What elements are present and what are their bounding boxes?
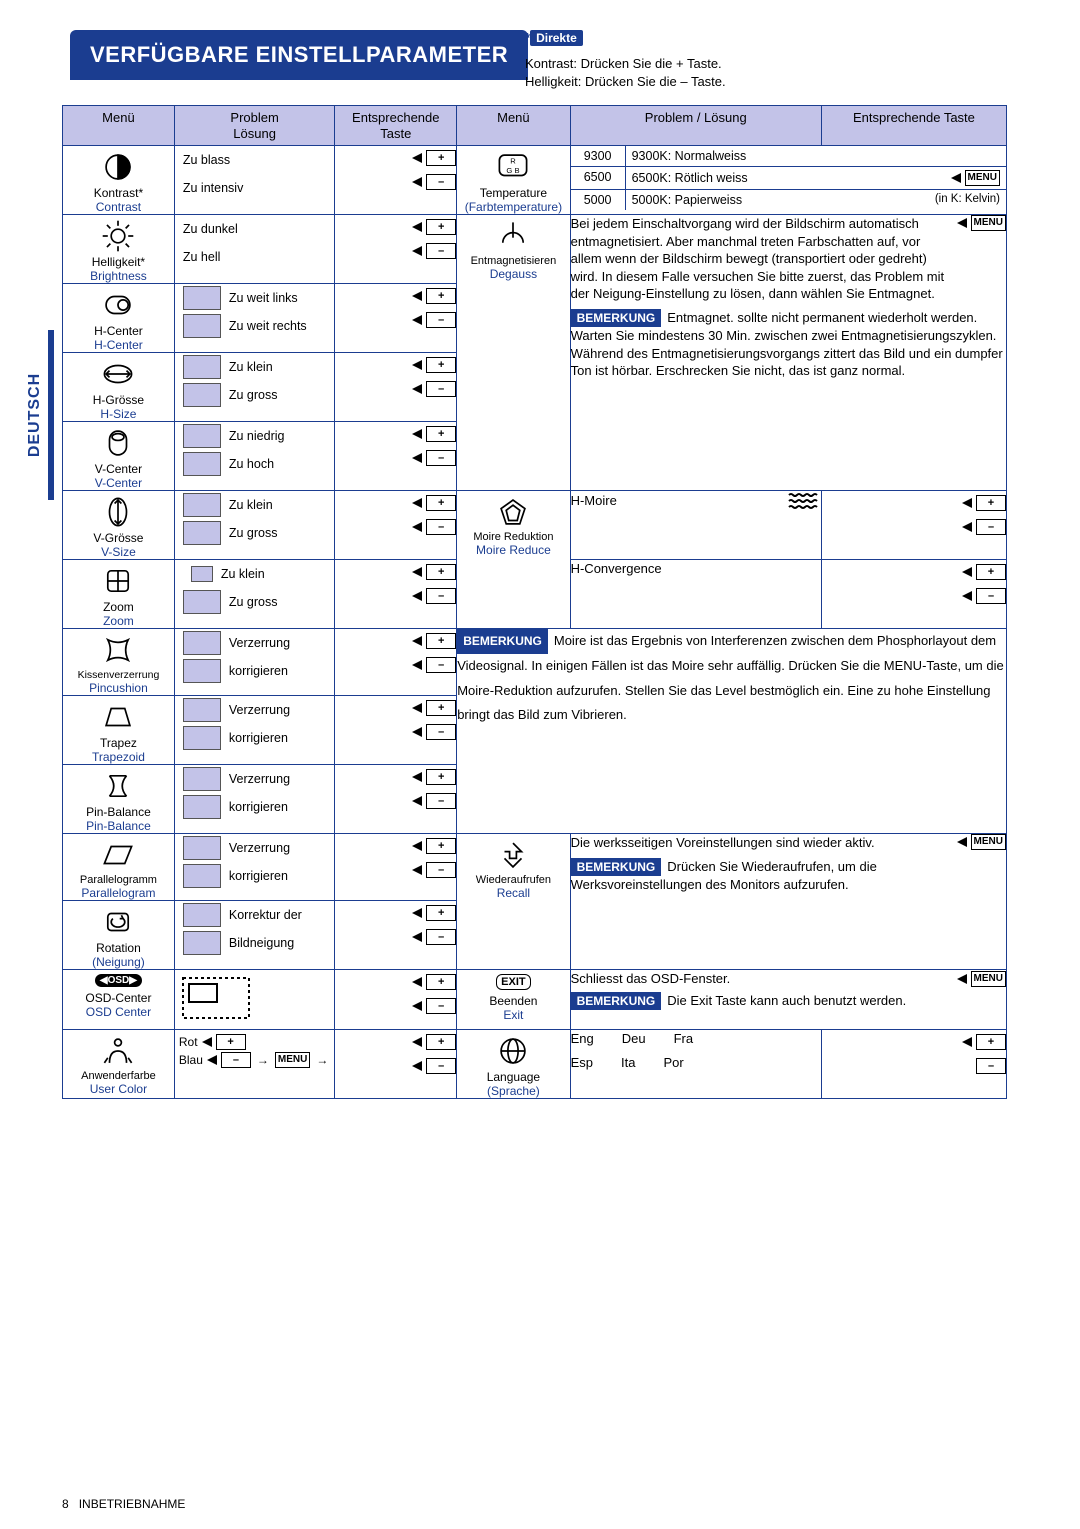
key-hsize: + –	[335, 353, 457, 422]
osd-badge: ◀OSD▶	[95, 974, 142, 987]
pinbalance-icon	[99, 769, 137, 803]
rotation-icon	[99, 905, 137, 939]
prob-vsize: Zu klein Zu gross	[174, 491, 334, 560]
moire-hmoire: H-Moire	[570, 491, 821, 560]
trapezoid-icon	[99, 700, 137, 734]
vsize-icon	[99, 495, 137, 529]
direkte-badge: *Direkte	[525, 30, 583, 46]
key-usercolor: + –	[335, 1030, 457, 1099]
menu-hcenter: H-Center H-Center	[63, 284, 175, 353]
menu-hsize: H-Grösse H-Size	[63, 353, 175, 422]
prob-kontrast: Zu blass Zu intensiv	[174, 146, 334, 215]
menu-exit: EXIT Beenden Exit	[457, 970, 570, 1030]
degauss-icon	[494, 219, 532, 253]
hcenter-icon	[99, 288, 137, 322]
menu-osd: ◀OSD▶ OSD-Center OSD Center	[63, 970, 175, 1030]
parameter-table: Menü ProblemLösung EntsprechendeTaste Me…	[62, 105, 1007, 1099]
menu-zoom: Zoom Zoom	[63, 560, 175, 629]
globe-icon	[494, 1034, 532, 1068]
menu-pinbalance: Pin-Balance Pin-Balance	[63, 765, 175, 834]
hdr-prob: ProblemLösung	[174, 106, 334, 146]
menu-moire: Moire Reduktion Moire Reduce	[457, 491, 570, 629]
usercolor-icon	[99, 1034, 137, 1068]
page-footer: 8 INBETRIEBNAHME	[62, 1497, 185, 1511]
svg-text:R: R	[511, 157, 517, 166]
prob-helligkeit: Zu dunkel Zu hell	[174, 215, 334, 284]
hdr-menu: Menü	[63, 106, 175, 146]
menu-helligkeit: Helligkeit* Brightness	[63, 215, 175, 284]
page-title: VERFÜGBARE EINSTELLPARAMETER	[70, 30, 528, 80]
key-rotation: + –	[335, 901, 457, 970]
key-zoom: + –	[335, 560, 457, 629]
key-trapez: + –	[335, 696, 457, 765]
menu-temperature: RG B Temperature (Farbtemperature)	[457, 146, 570, 215]
key-vcenter: + –	[335, 422, 457, 491]
prob-osd	[174, 970, 334, 1030]
svg-text:G B: G B	[507, 166, 520, 175]
menu-recall: Wiederaufrufen Recall	[457, 834, 570, 970]
key-vsize: + –	[335, 491, 457, 560]
temperature-rows: 93009300K: Normalweiss 65006500K: Rötlic…	[570, 146, 1006, 215]
hdr-menu2: Menü	[457, 106, 570, 146]
recall-icon	[494, 838, 532, 872]
direkte-instructions: Kontrast: Drücken Sie die + Taste. Helli…	[525, 55, 726, 90]
zoom-icon	[99, 564, 137, 598]
menu-trapez: Trapez Trapezoid	[63, 696, 175, 765]
prob-trapez: Verzerrung korrigieren	[174, 696, 334, 765]
degauss-text: Bei jedem Einschaltvorgang wird der Bild…	[570, 215, 1006, 491]
contrast-icon	[99, 150, 137, 184]
menu-vsize: V-Grösse V-Size	[63, 491, 175, 560]
menu-degauss: Entmagnetisieren Degauss	[457, 215, 570, 491]
parallelogram-icon	[99, 838, 137, 872]
hmoire-pattern-icon	[787, 491, 821, 511]
key-language: + –	[821, 1030, 1006, 1099]
key-hconv: + –	[821, 560, 1006, 629]
hdr-prob2: Problem / Lösung	[570, 106, 821, 146]
menu-parallelogram: Parallelogramm Parallelogram	[63, 834, 175, 901]
exit-badge: EXIT	[496, 974, 530, 990]
key-hmoire: + –	[821, 491, 1006, 560]
prob-usercolor: Rot+ Blau– →MENU→	[174, 1030, 334, 1099]
prob-rotation: Korrektur der Bildneigung	[174, 901, 334, 970]
prob-zoom: Zu klein Zu gross	[174, 560, 334, 629]
menu-pincushion: Kissenverzerrung Pincushion	[63, 629, 175, 696]
prob-pinbalance: Verzerrung korrigieren	[174, 765, 334, 834]
moire-icon	[494, 495, 532, 529]
key-pinbalance: + –	[335, 765, 457, 834]
prob-parallelogram: Verzerrung korrigieren	[174, 834, 334, 901]
menu-kontrast: Kontrast* Contrast	[63, 146, 175, 215]
prob-hsize: Zu klein Zu gross	[174, 353, 334, 422]
key-parallelogram: + –	[335, 834, 457, 901]
recall-text: Die werksseitigen Voreinstellungen sind …	[570, 834, 1006, 970]
key-hcenter: + –	[335, 284, 457, 353]
menu-usercolor: Anwenderfarbe User Color	[63, 1030, 175, 1099]
hdr-key: EntsprechendeTaste	[335, 106, 457, 146]
language-tab: DEUTSCH	[20, 350, 50, 480]
pincushion-icon	[99, 633, 137, 667]
key-helligkeit: + –	[335, 215, 457, 284]
menu-language: Language (Sprache)	[457, 1030, 570, 1099]
vcenter-icon	[99, 426, 137, 460]
menu-rotation: Rotation (Neigung)	[63, 901, 175, 970]
rgb-icon: RG B	[494, 150, 532, 184]
moire-hconv: H-Convergence	[570, 560, 821, 629]
language-tab-label: DEUTSCH	[26, 373, 44, 457]
hdr-key2: Entsprechende Taste	[821, 106, 1006, 146]
key-osd: + –	[335, 970, 457, 1030]
brightness-icon	[99, 219, 137, 253]
language-options: EngDeuFra EspItaPor	[570, 1030, 821, 1099]
prob-vcenter: Zu niedrig Zu hoch	[174, 422, 334, 491]
key-kontrast: + –	[335, 146, 457, 215]
key-pincushion: + –	[335, 629, 457, 696]
moire-note: BEMERKUNGMoire ist das Ergebnis von Inte…	[457, 629, 1007, 834]
hsize-icon	[99, 357, 137, 391]
exit-text: Schliesst das OSD-Fenster. MENU BEMERKUN…	[570, 970, 1006, 1030]
prob-pincushion: Verzerrung korrigieren	[174, 629, 334, 696]
osd-diagram-icon	[181, 976, 251, 1020]
prob-hcenter: Zu weit links Zu weit rechts	[174, 284, 334, 353]
menu-vcenter: V-Center V-Center	[63, 422, 175, 491]
